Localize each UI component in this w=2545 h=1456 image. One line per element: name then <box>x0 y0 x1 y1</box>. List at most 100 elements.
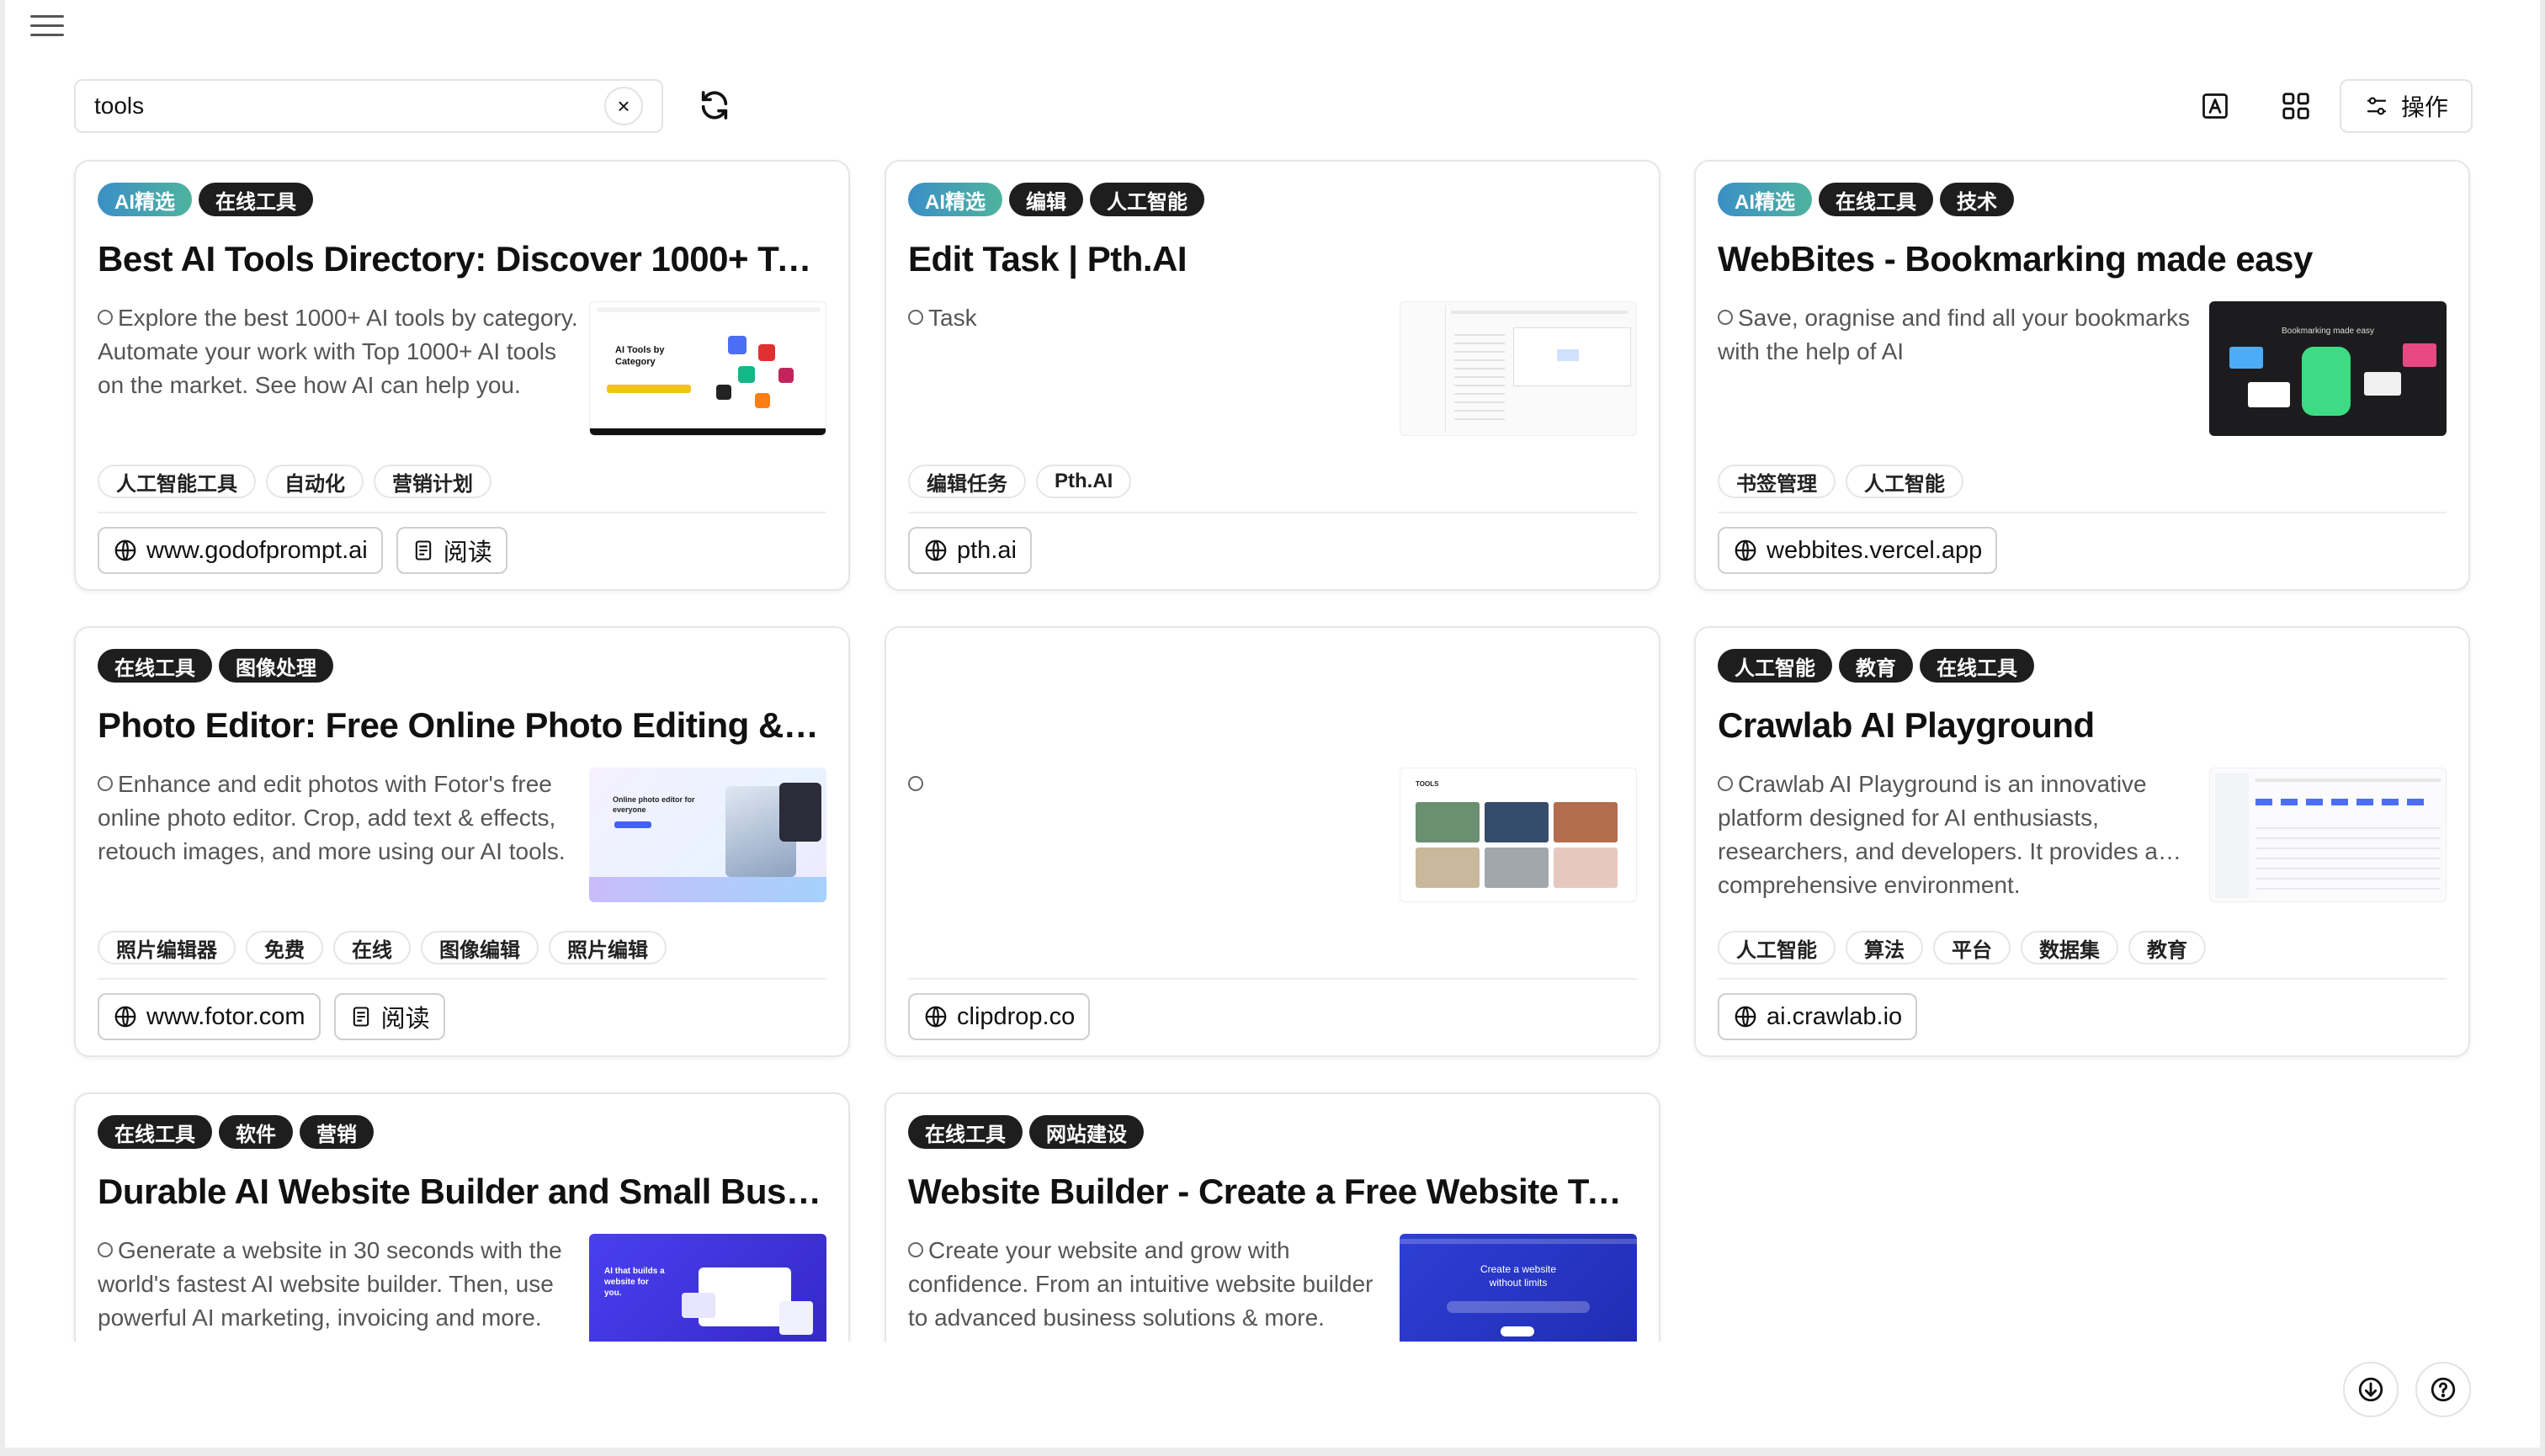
bullet-icon <box>908 1242 923 1257</box>
tag-badge[interactable]: 在线工具 <box>1819 183 1933 216</box>
read-button[interactable]: 阅读 <box>333 993 445 1040</box>
card-divider <box>1718 512 2447 513</box>
card-thumbnail: TOOLS <box>1400 768 1637 902</box>
card-tags: 在线工具 图像处理 <box>98 648 826 683</box>
bookmark-card[interactable]: AI精选 在线工具 Best AI Tools Directory: Disco… <box>74 160 850 591</box>
bullet-icon <box>1718 310 1733 325</box>
bookmark-card[interactable]: 在线工具 图像处理 Photo Editor: Free Online Phot… <box>74 626 850 1057</box>
card-title[interactable]: Edit Task | Pth.AI <box>908 236 1637 283</box>
tag-badge[interactable]: 教育 <box>1839 649 1913 683</box>
card-tags: AI精选 编辑 人工智能 <box>908 182 1637 217</box>
card-keywords: 编辑任务 Pth.AI <box>908 465 1637 498</box>
tag-badge[interactable]: 网站建设 <box>1029 1115 1144 1149</box>
keyword-chip[interactable]: 图像编辑 <box>421 931 539 964</box>
tag-badge[interactable]: 技术 <box>1940 183 2014 216</box>
card-title[interactable] <box>908 702 1637 749</box>
bullet-icon <box>98 310 113 325</box>
site-link[interactable]: clipdrop.co <box>908 993 1091 1040</box>
site-link[interactable]: www.fotor.com <box>98 993 321 1040</box>
card-tags: 在线工具 网站建设 <box>908 1114 1637 1150</box>
help-button[interactable] <box>2415 1362 2471 1417</box>
tag-badge[interactable]: 在线工具 <box>1920 649 2034 683</box>
keyword-chip[interactable]: 数据集 <box>2021 931 2118 964</box>
card-keywords: 书签管理 人工智能 <box>1718 465 2447 498</box>
keyword-chip[interactable]: 教育 <box>2128 931 2206 964</box>
keyword-chip[interactable]: 营销计划 <box>374 465 491 498</box>
site-link[interactable]: ai.crawlab.io <box>1718 993 1918 1040</box>
bullet-icon <box>908 776 923 791</box>
card-tags: 人工智能 教育 在线工具 <box>1718 648 2447 683</box>
bookmark-card[interactable]: 人工智能 教育 在线工具 Crawlab AI Playground Crawl… <box>1694 626 2470 1057</box>
bookmark-card[interactable]: 在线工具 网站建设 Website Builder - Create a Fre… <box>885 1092 1660 1342</box>
globe-icon <box>1735 539 1756 561</box>
card-description: Save, oragnise and find all your bookmar… <box>1718 305 2190 364</box>
tag-badge[interactable]: 图像处理 <box>219 649 333 683</box>
card-title[interactable]: Durable AI Website Builder and Small Bus… <box>98 1168 826 1215</box>
arrow-down-circle-icon <box>2358 1377 2383 1402</box>
card-description: Generate a website in 30 seconds with th… <box>98 1237 562 1331</box>
scroll-down-button[interactable] <box>2343 1362 2399 1417</box>
keyword-chip[interactable]: 算法 <box>1846 931 1923 964</box>
keyword-chip[interactable]: 免费 <box>246 931 323 964</box>
keyword-chip[interactable]: Pth.AI <box>1036 465 1132 498</box>
card-divider <box>908 512 1637 513</box>
tag-badge[interactable]: 在线工具 <box>908 1115 1023 1149</box>
tag-badge[interactable]: 在线工具 <box>98 649 212 683</box>
card-keywords: 照片编辑器 免费 在线 图像编辑 照片编辑 <box>98 931 826 964</box>
card-thumbnail: Online photo editor for everyone <box>589 768 826 902</box>
bullet-icon <box>908 310 923 325</box>
card-grid: AI精选 在线工具 Best AI Tools Directory: Disco… <box>0 0 2545 1342</box>
document-icon <box>353 1007 369 1027</box>
keyword-chip[interactable]: 在线 <box>333 931 411 964</box>
site-link[interactable]: pth.ai <box>908 527 1032 574</box>
site-link[interactable]: www.godofprompt.ai <box>98 527 383 574</box>
keyword-chip[interactable]: 人工智能工具 <box>98 465 256 498</box>
tag-badge[interactable]: 编辑 <box>1009 183 1083 216</box>
site-link[interactable]: webbites.vercel.app <box>1718 527 1998 574</box>
card-description: Task <box>908 301 1396 439</box>
card-description: Explore the best 1000+ AI tools by categ… <box>98 305 578 398</box>
tag-badge[interactable]: 在线工具 <box>98 1115 212 1149</box>
card-thumbnail: Bookmarking made easy <box>2209 301 2447 436</box>
help-circle-icon <box>2431 1377 2456 1402</box>
card-thumbnail <box>1400 301 1637 436</box>
card-keywords: 人工智能工具 自动化 营销计划 <box>98 465 826 498</box>
bookmark-card[interactable]: AI精选 编辑 人工智能 Edit Task | Pth.AI Task 编辑任… <box>885 160 1660 591</box>
keyword-chip[interactable]: 照片编辑器 <box>98 931 236 964</box>
keyword-chip[interactable]: 照片编辑 <box>549 931 667 964</box>
bullet-icon <box>1718 776 1733 791</box>
keyword-chip[interactable]: 编辑任务 <box>908 465 1026 498</box>
tag-badge[interactable]: AI精选 <box>1718 183 1812 216</box>
tag-badge[interactable]: 在线工具 <box>199 183 313 216</box>
tag-badge[interactable]: AI精选 <box>908 183 1002 216</box>
globe-icon <box>925 1006 947 1028</box>
bookmark-card[interactable]: TOOLS clipdrop.co <box>885 626 1660 1057</box>
tag-badge[interactable]: AI精选 <box>98 183 192 216</box>
card-description: Create your website and grow with confid… <box>908 1237 1373 1331</box>
keyword-chip[interactable]: 人工智能 <box>1846 465 1963 498</box>
tag-badge[interactable]: 人工智能 <box>1090 183 1204 216</box>
card-description: Crawlab AI Playground is an innovative p… <box>1718 771 2158 898</box>
card-description: Enhance and edit photos with Fotor's fre… <box>98 771 566 864</box>
card-title[interactable]: Photo Editor: Free Online Photo Editing … <box>98 702 826 749</box>
tag-badge[interactable]: 营销 <box>300 1115 374 1149</box>
card-divider <box>1718 978 2447 980</box>
card-tags: AI精选 在线工具 <box>98 182 826 217</box>
card-keywords <box>908 931 1637 964</box>
card-title[interactable]: WebBites - Bookmarking made easy <box>1718 236 2447 283</box>
card-title[interactable]: Crawlab AI Playground <box>1718 702 2447 749</box>
keyword-chip[interactable]: 书签管理 <box>1718 465 1836 498</box>
card-title[interactable]: Best AI Tools Directory: Discover 1000+ … <box>98 236 826 283</box>
read-button[interactable]: 阅读 <box>396 527 507 574</box>
card-thumbnail: AI Tools by Category <box>589 301 826 436</box>
card-title[interactable]: Website Builder - Create a Free Website … <box>908 1168 1637 1215</box>
tag-badge[interactable]: 软件 <box>219 1115 293 1149</box>
card-divider <box>98 978 826 980</box>
bookmark-card[interactable]: 在线工具 软件 营销 Durable AI Website Builder an… <box>74 1092 850 1342</box>
bookmark-card[interactable]: AI精选 在线工具 技术 WebBites - Bookmarking made… <box>1694 160 2470 591</box>
tag-badge[interactable]: 人工智能 <box>1718 649 1832 683</box>
keyword-chip[interactable]: 自动化 <box>266 465 364 498</box>
keyword-chip[interactable]: 人工智能 <box>1718 931 1836 964</box>
keyword-chip[interactable]: 平台 <box>1933 931 2011 964</box>
bullet-icon <box>98 1242 113 1257</box>
